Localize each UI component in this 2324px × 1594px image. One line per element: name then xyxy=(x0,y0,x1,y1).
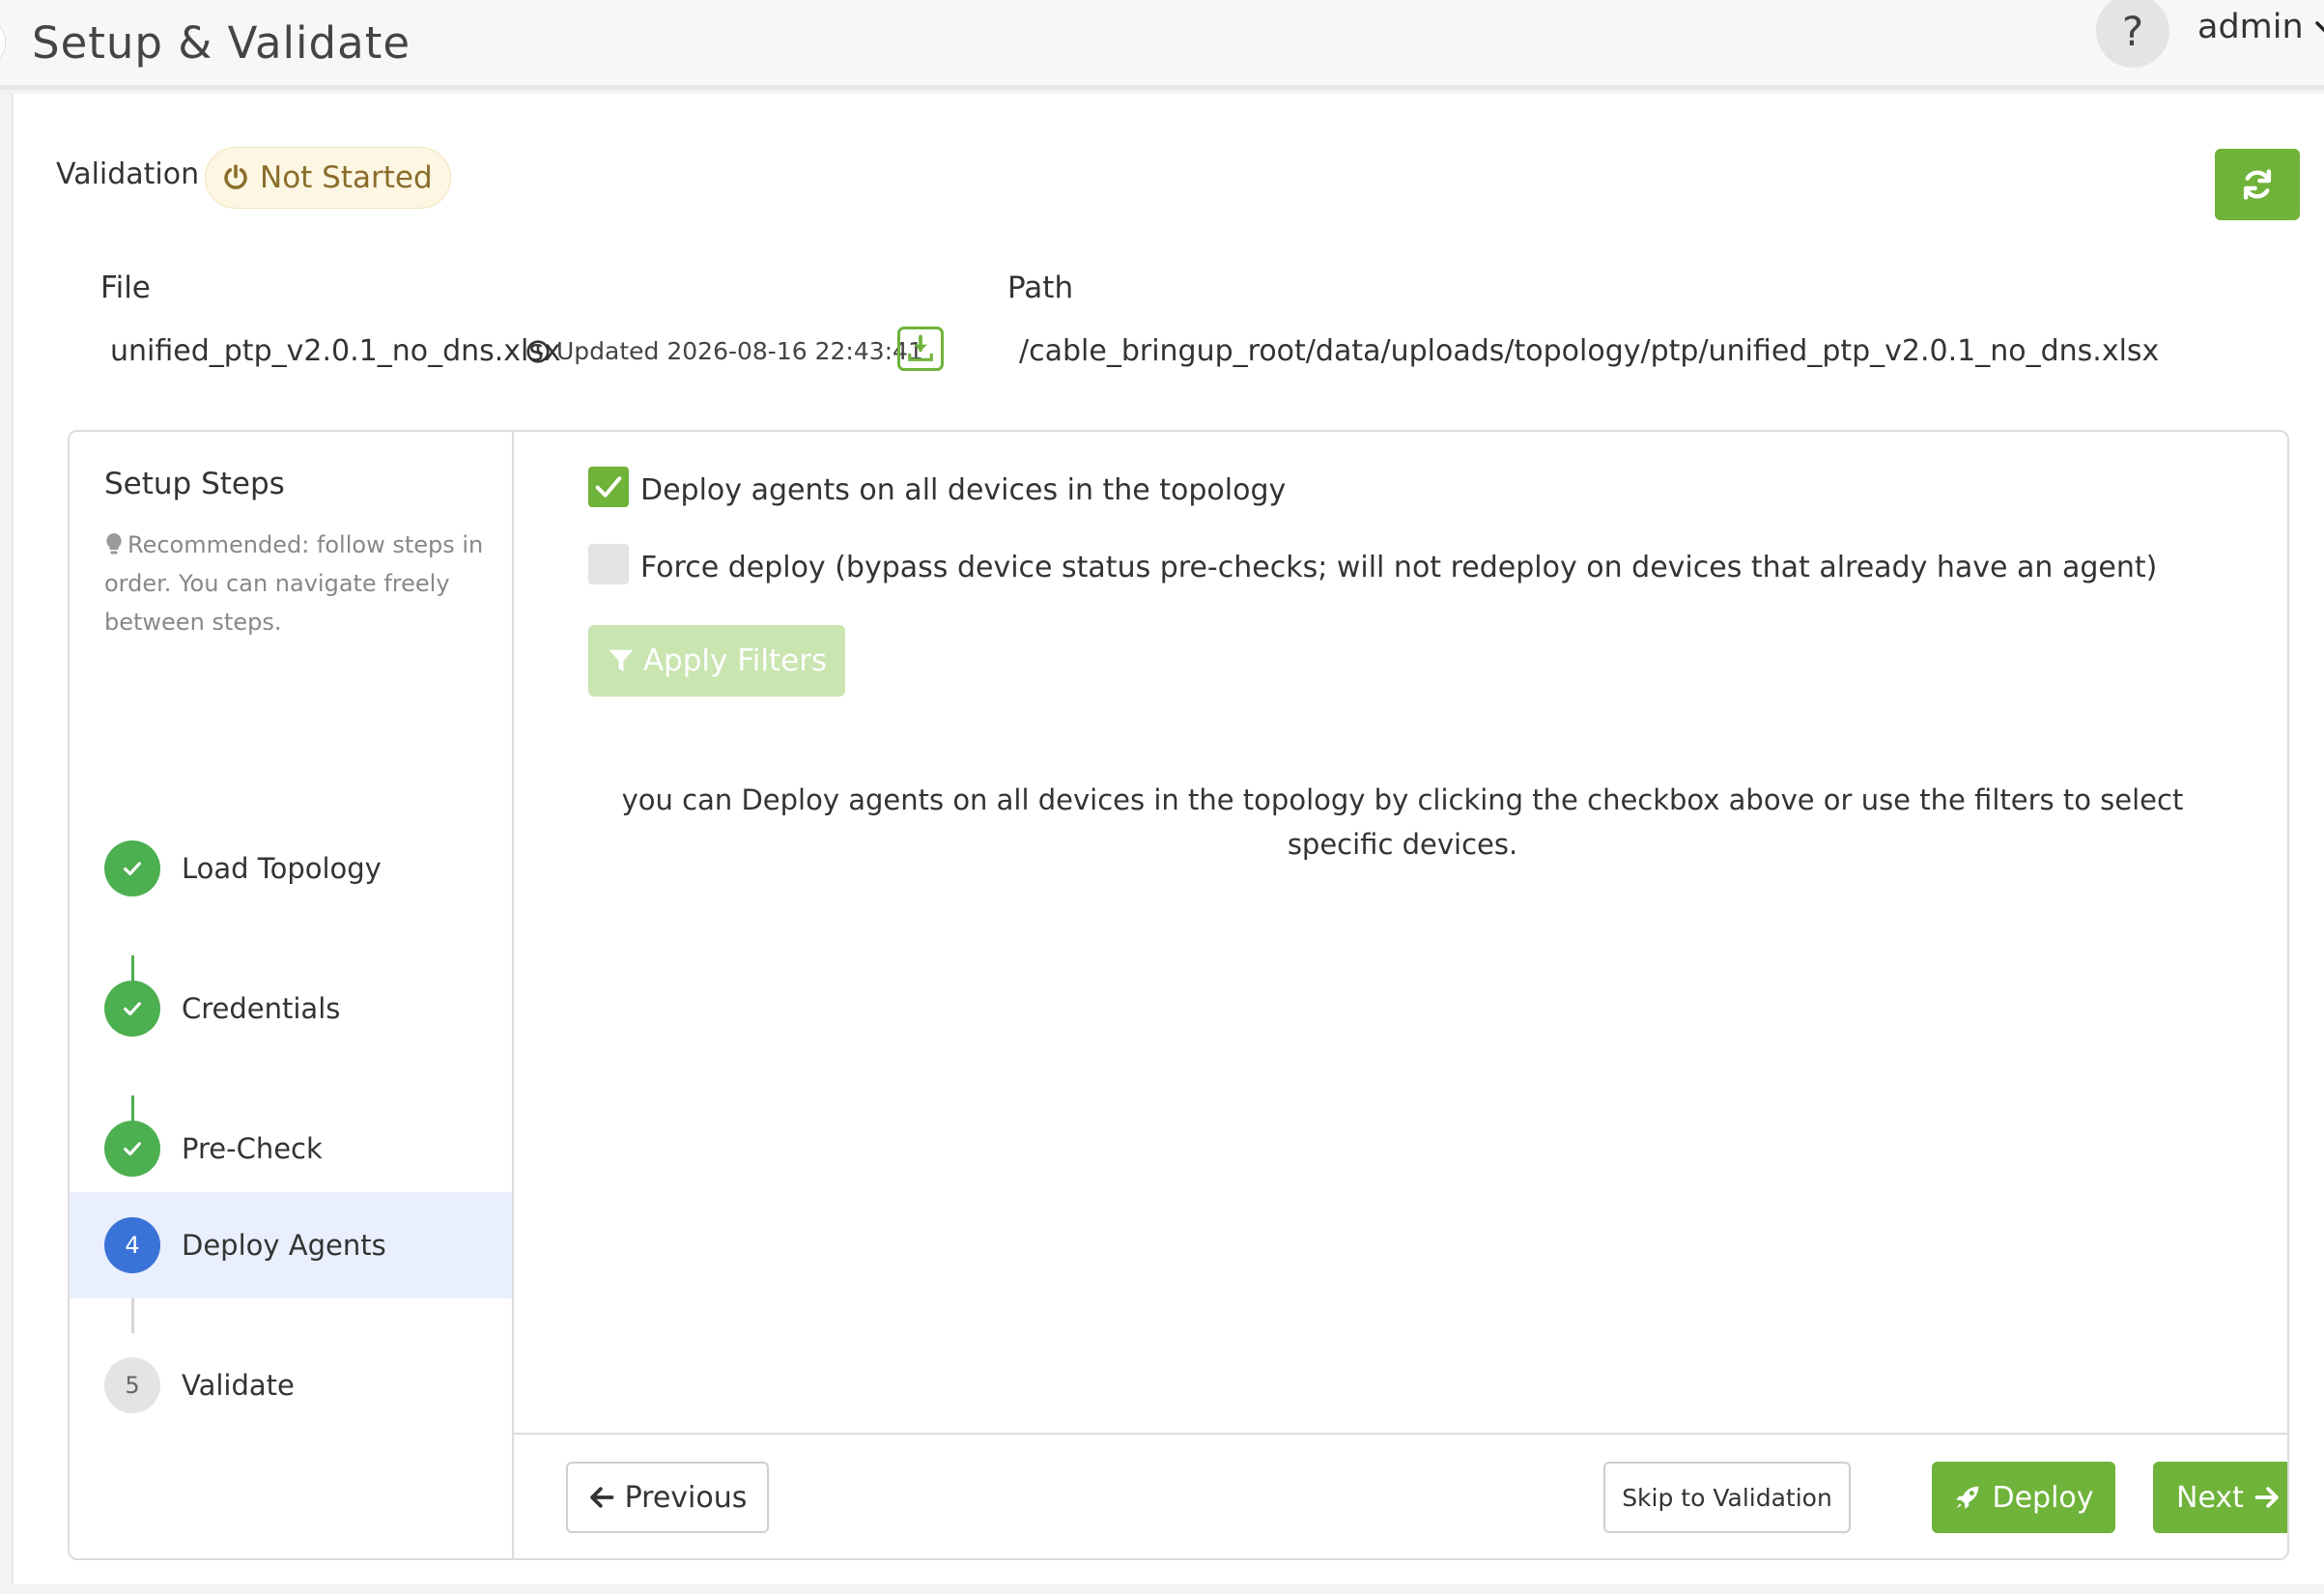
step-complete-marker xyxy=(104,981,160,1037)
step-label: Credentials xyxy=(182,992,341,1025)
status-text: Not Started xyxy=(260,160,433,195)
setup-wizard: Setup Steps Recommended: follow steps in… xyxy=(68,430,2289,1560)
download-icon xyxy=(908,334,933,361)
step-label: Validate xyxy=(182,1369,295,1402)
file-path: /cable_bringup_root/data/uploads/topolog… xyxy=(1019,334,2160,368)
user-name: admin xyxy=(2197,8,2304,46)
deploy-label: Deploy xyxy=(1992,1480,2094,1515)
updated-timestamp: Updated 2026-08-16 22:43:41 xyxy=(525,337,923,365)
step-number: 5 xyxy=(104,1357,160,1413)
arrow-left-icon xyxy=(589,1487,613,1508)
refresh-icon xyxy=(2243,169,2272,200)
check-icon xyxy=(124,862,141,876)
arrow-right-icon xyxy=(2254,1487,2279,1508)
previous-button[interactable]: Previous xyxy=(566,1462,769,1533)
clock-icon xyxy=(526,339,550,363)
deploy-button[interactable]: Deploy xyxy=(1932,1462,2115,1533)
file-label: File xyxy=(100,270,151,305)
step-load-topology[interactable]: Load Topology xyxy=(70,815,512,922)
deploy-all-label: Deploy agents on all devices in the topo… xyxy=(640,472,1287,507)
validation-label: Validation xyxy=(56,157,200,191)
step-complete-marker xyxy=(104,840,160,897)
main-card: Validation Not Started File Path unified… xyxy=(12,94,2324,1584)
previous-label: Previous xyxy=(624,1480,748,1515)
filter-icon xyxy=(609,649,634,672)
deploy-all-option[interactable]: Deploy agents on all devices in the topo… xyxy=(588,467,1286,507)
check-icon xyxy=(595,476,622,498)
check-icon xyxy=(124,1142,141,1156)
top-bar: Setup & Validate ? admin xyxy=(0,0,2324,90)
help-button[interactable]: ? xyxy=(2096,0,2169,68)
step-pre-check[interactable]: Pre-Check xyxy=(70,1096,512,1202)
force-deploy-option[interactable]: Force deploy (bypass device status pre-c… xyxy=(588,544,2157,584)
deploy-all-checkbox[interactable] xyxy=(588,467,629,507)
next-button[interactable]: Next xyxy=(2153,1462,2287,1533)
step-complete-marker xyxy=(104,1121,160,1177)
download-button[interactable] xyxy=(897,327,944,371)
step-label: Load Topology xyxy=(182,852,382,885)
sidebar-toggle[interactable] xyxy=(0,21,6,64)
file-name: unified_ptp_v2.0.1_no_dns.xlsx xyxy=(110,334,561,368)
chevron-down-icon xyxy=(2314,21,2324,33)
apply-filters-label: Apply Filters xyxy=(642,643,828,678)
skip-label: Skip to Validation xyxy=(1622,1483,1832,1512)
page-title: Setup & Validate xyxy=(32,17,411,69)
deploy-agents-panel: Deploy agents on all devices in the topo… xyxy=(514,432,2287,1558)
power-icon xyxy=(224,164,247,189)
check-icon xyxy=(124,1002,141,1016)
user-menu[interactable]: admin xyxy=(2197,8,2324,46)
status-badge: Not Started xyxy=(205,147,451,209)
step-credentials[interactable]: Credentials xyxy=(70,955,512,1062)
updated-text: Updated 2026-08-16 22:43:41 xyxy=(556,337,923,365)
apply-filters-button[interactable]: Apply Filters xyxy=(588,625,845,697)
deploy-info-text: you can Deploy agents on all devices in … xyxy=(621,783,2184,861)
next-label: Next xyxy=(2176,1480,2244,1515)
steps-panel: Setup Steps Recommended: follow steps in… xyxy=(70,432,514,1558)
force-deploy-label: Force deploy (bypass device status pre-c… xyxy=(640,550,2158,584)
force-deploy-checkbox[interactable] xyxy=(588,544,629,584)
step-deploy-agents[interactable]: 4 Deploy Agents xyxy=(70,1192,512,1298)
path-label: Path xyxy=(1007,270,1074,305)
refresh-button[interactable] xyxy=(2215,149,2300,220)
steps-title: Setup Steps xyxy=(104,467,285,501)
skip-to-validation-button[interactable]: Skip to Validation xyxy=(1603,1462,1851,1533)
step-connector xyxy=(131,1298,134,1333)
step-label: Deploy Agents xyxy=(182,1229,386,1262)
step-number: 4 xyxy=(104,1217,160,1273)
step-validate[interactable]: 5 Validate xyxy=(70,1332,512,1438)
step-label: Pre-Check xyxy=(182,1132,323,1165)
rocket-icon xyxy=(1956,1486,1979,1509)
step-load-topology[interactable] xyxy=(70,552,512,658)
footer-divider xyxy=(514,1433,2287,1435)
